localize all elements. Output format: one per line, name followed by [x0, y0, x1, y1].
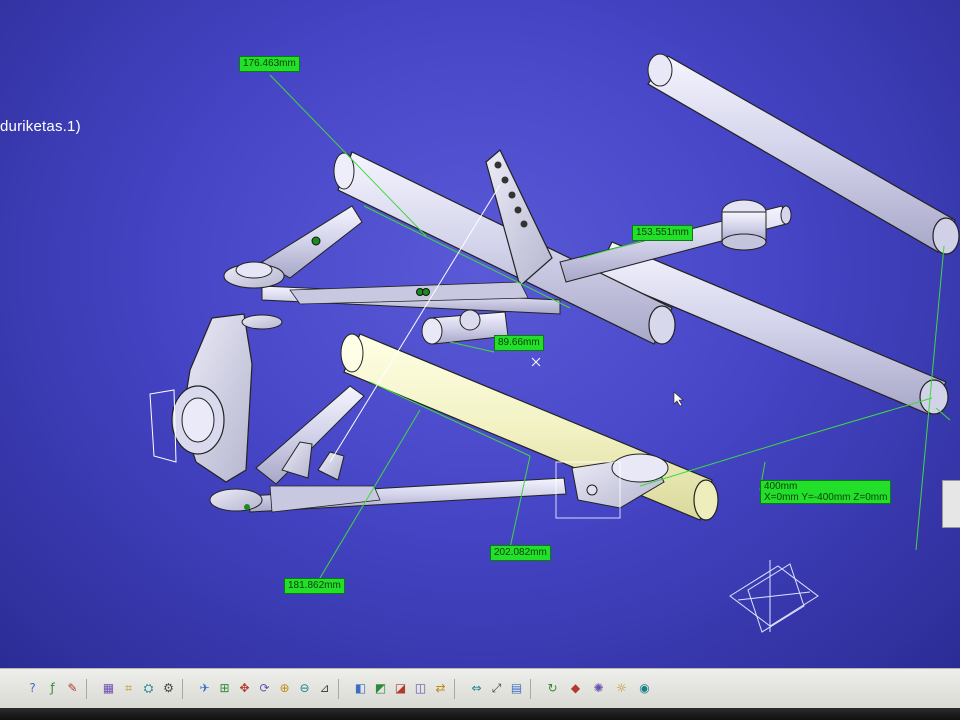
- parts-icon[interactable]: ⛭: [140, 680, 157, 697]
- toolbar-separator: [86, 679, 87, 699]
- cursor-arrow-icon: [673, 391, 684, 407]
- pan-icon[interactable]: ✥: [236, 680, 253, 697]
- measure-icon[interactable]: ⇔: [468, 680, 485, 697]
- side-panel-edge[interactable]: [942, 480, 960, 528]
- compass-icon[interactable]: [729, 560, 819, 633]
- suspension-assembly[interactable]: [0, 0, 960, 668]
- measure-item-icon[interactable]: ⤢: [488, 680, 505, 697]
- zoom-in-icon[interactable]: ⊕: [276, 680, 293, 697]
- frame-tube-rear[interactable]: [647, 53, 960, 255]
- tree-icon[interactable]: ⌗: [120, 680, 137, 697]
- zoom-out-icon[interactable]: ⊖: [296, 680, 313, 697]
- material-icon[interactable]: ◪: [392, 680, 409, 697]
- catalog-icon[interactable]: ▦: [100, 680, 117, 697]
- crosshair-icon: [531, 357, 541, 367]
- coordinate-value: 400mm: [764, 481, 798, 492]
- camera-icon[interactable]: ◉: [636, 680, 653, 697]
- light-icon[interactable]: ☼: [613, 680, 630, 697]
- dimension-label[interactable]: 176.463mm: [239, 56, 300, 72]
- coordinate-xyz: X=0mm Y=-400mm Z=0mm: [764, 492, 888, 503]
- dimension-label[interactable]: 89.66mm: [494, 335, 544, 351]
- toolbar-separator: [182, 679, 183, 699]
- fit-all-icon[interactable]: ⊞: [216, 680, 233, 697]
- view-mode-icon[interactable]: ◧: [352, 680, 369, 697]
- formula-icon[interactable]: ƒ: [44, 680, 61, 697]
- monitor-bezel: [0, 708, 960, 720]
- help-icon[interactable]: ?: [24, 680, 41, 697]
- shading-icon[interactable]: ◩: [372, 680, 389, 697]
- coordinate-label[interactable]: 400mm X=0mm Y=-400mm Z=0mm: [760, 480, 892, 504]
- spec-tree-label: duriketas.1): [0, 118, 81, 135]
- apply-material-icon[interactable]: ◆: [567, 680, 584, 697]
- analysis-icon[interactable]: ▤: [508, 680, 525, 697]
- comment-icon[interactable]: ✎: [64, 680, 81, 697]
- rotate-icon[interactable]: ⟳: [256, 680, 273, 697]
- render-icon[interactable]: ✺: [590, 680, 607, 697]
- toolbar-separator: [338, 679, 339, 699]
- hide-show-icon[interactable]: ◫: [412, 680, 429, 697]
- steering-knuckle[interactable]: [149, 313, 283, 483]
- 3d-viewport[interactable]: duriketas.1) 176.463mm 153.551mm 89.66mm…: [0, 0, 960, 668]
- bottom-toolbar: ? ƒ ✎ ▦ ⌗ ⛭ ⚙ ✈ ⊞ ✥ ⟳ ⊕ ⊖ ⊿ ◧ ◩ ◪ ◫ ⇄ ⇔ ⤢ ▤ ↻ ◆ ✺ ☼ ◉: [0, 668, 960, 709]
- knowledge-icon[interactable]: ⚙: [160, 680, 177, 697]
- normal-view-icon[interactable]: ⊿: [316, 680, 333, 697]
- dimension-label[interactable]: 202.082mm: [490, 545, 551, 561]
- update-icon[interactable]: ↻: [544, 680, 561, 697]
- dimension-label[interactable]: 181.862mm: [284, 578, 345, 594]
- dimension-label[interactable]: 153.551mm: [632, 225, 693, 241]
- toolbar-separator: [530, 679, 531, 699]
- swap-icon[interactable]: ⇄: [432, 680, 449, 697]
- toolbar-separator: [454, 679, 455, 699]
- fly-icon[interactable]: ✈: [196, 680, 213, 697]
